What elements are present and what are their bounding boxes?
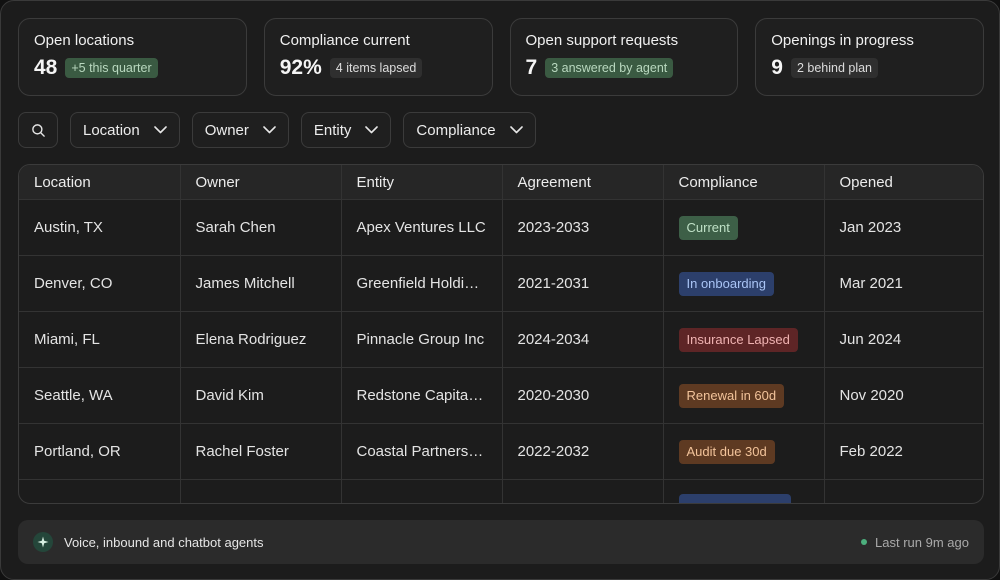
column-header-entity[interactable]: Entity [341, 165, 503, 200]
locations-table: Location Owner Entity Agreement Complian… [18, 164, 984, 504]
search-icon [31, 123, 45, 137]
sparkle-icon [33, 532, 53, 552]
cell-agreement [502, 479, 664, 503]
cell-entity: Coastal Partners Group [341, 423, 503, 480]
compliance-status-badge [678, 493, 791, 503]
compliance-status-badge: Audit due 30d [678, 439, 775, 464]
cell-entity [341, 479, 503, 503]
table-row[interactable]: Denver, CO James Mitchell Greenfield Holdi… [19, 255, 983, 312]
column-header-agreement[interactable]: Agreement [502, 165, 664, 200]
column-header-opened[interactable]: Opened [824, 165, 983, 200]
stat-badge: 4 items lapsed [329, 58, 423, 78]
compliance-status-badge: In onboarding [678, 271, 775, 296]
stat-card-open-locations[interactable]: Open locations 48 +5 this quarter [18, 18, 247, 96]
compliance-status-badge: Current [678, 215, 738, 240]
cell-owner: James Mitchell [180, 255, 342, 312]
cell-agreement: 2021-2031 [502, 255, 664, 312]
stat-value: 7 [525, 56, 538, 79]
cell-opened: Feb 2022 [824, 423, 983, 480]
stat-badge: 3 answered by agent [545, 58, 674, 78]
stat-value: 92% [279, 56, 322, 79]
column-header-location[interactable]: Location [19, 165, 181, 200]
table-row[interactable]: Portland, OR Rachel Foster Coastal Partner… [19, 423, 983, 480]
agents-label: Voice, inbound and chatbot agents [64, 534, 264, 550]
table-header-row: Location Owner Entity Agreement Complian… [19, 165, 983, 200]
cell-opened: Mar 2021 [824, 255, 983, 312]
cell-location: Denver, CO [19, 255, 181, 312]
stat-label: Open locations [34, 32, 135, 49]
cell-compliance: Renewal in 60d [663, 367, 825, 424]
cell-location [19, 479, 181, 503]
cell-compliance: Audit due 30d [663, 423, 825, 480]
filter-location-dropdown[interactable]: Location [70, 112, 180, 148]
compliance-status-badge: Renewal in 60d [678, 383, 785, 408]
cell-opened [824, 479, 983, 503]
table-row[interactable]: Austin, TX Sarah Chen Apex Ventures LLC 202… [19, 199, 983, 256]
filter-label: Entity [313, 121, 352, 139]
cell-location: Miami, FL [19, 311, 181, 368]
cell-opened: Nov 2020 [824, 367, 983, 424]
last-run-status: Last run 9m ago [875, 534, 969, 550]
column-header-owner[interactable]: Owner [180, 165, 342, 200]
filter-owner-dropdown[interactable]: Owner [191, 112, 289, 148]
agents-status-bar[interactable]: Voice, inbound and chatbot agents Last r… [18, 520, 984, 564]
stat-label: Compliance current [279, 32, 410, 49]
filter-entity-dropdown[interactable]: Entity [300, 112, 392, 148]
cell-compliance: Insurance Lapsed [663, 311, 825, 368]
table-row[interactable]: Miami, FL Elena Rodriguez Pinnacle Group I… [19, 311, 983, 368]
filter-label: Location [83, 121, 140, 139]
stat-badge: 2 behind plan [790, 58, 879, 78]
stat-card-openings-in-progress[interactable]: Openings in progress 9 2 behind plan [755, 18, 984, 96]
stat-badge: +5 this quarter [65, 58, 158, 78]
cell-owner [180, 479, 342, 503]
compliance-status-badge: Insurance Lapsed [678, 327, 798, 352]
search-button[interactable] [18, 112, 58, 148]
cell-agreement: 2020-2030 [502, 367, 664, 424]
stat-value: 48 [34, 56, 58, 79]
cell-owner: Sarah Chen [180, 199, 342, 256]
filter-bar: Location Owner Entity Compliance [18, 112, 536, 148]
filter-compliance-dropdown[interactable]: Compliance [403, 112, 536, 148]
chevron-down-icon [263, 126, 276, 134]
cell-opened: Jan 2023 [824, 199, 983, 256]
cell-compliance: In onboarding [663, 255, 825, 312]
cell-opened: Jun 2024 [824, 311, 983, 368]
chevron-down-icon [365, 126, 379, 134]
column-header-compliance[interactable]: Compliance [663, 165, 825, 200]
cell-agreement: 2024-2034 [502, 311, 664, 368]
table-row[interactable] [19, 479, 983, 503]
cell-entity: Redstone Capital Partners [341, 367, 503, 424]
app-window: Open locations 48 +5 this quarter Compli… [0, 0, 1000, 580]
stat-value: 9 [771, 56, 783, 79]
stat-label: Open support requests [525, 32, 679, 49]
table-row[interactable]: Seattle, WA David Kim Redstone Capital Par… [19, 367, 983, 424]
stat-card-support-requests[interactable]: Open support requests 7 3 answered by ag… [509, 18, 739, 96]
cell-compliance [663, 479, 825, 503]
cell-location: Austin, TX [19, 199, 181, 256]
cell-compliance: Current [663, 199, 825, 256]
cell-agreement: 2023-2033 [502, 199, 664, 256]
stats-row: Open locations 48 +5 this quarter Compli… [18, 18, 984, 96]
cell-agreement: 2022-2032 [502, 423, 664, 480]
stat-card-compliance-current[interactable]: Compliance current 92% 4 items lapsed [263, 18, 493, 96]
cell-location: Portland, OR [19, 423, 181, 480]
cell-location: Seattle, WA [19, 367, 181, 424]
cell-owner: Elena Rodriguez [180, 311, 342, 368]
cell-entity: Pinnacle Group Inc [341, 311, 503, 368]
filter-label: Owner [204, 121, 249, 139]
chevron-down-icon [153, 126, 167, 134]
chevron-down-icon [509, 126, 523, 134]
cell-entity: Apex Ventures LLC [341, 199, 503, 256]
status-dot [861, 539, 868, 545]
cell-entity: Greenfield Holdings [341, 255, 503, 312]
filter-label: Compliance [416, 121, 496, 139]
cell-owner: Rachel Foster [180, 423, 342, 480]
stat-label: Openings in progress [771, 32, 914, 49]
cell-owner: David Kim [180, 367, 342, 424]
